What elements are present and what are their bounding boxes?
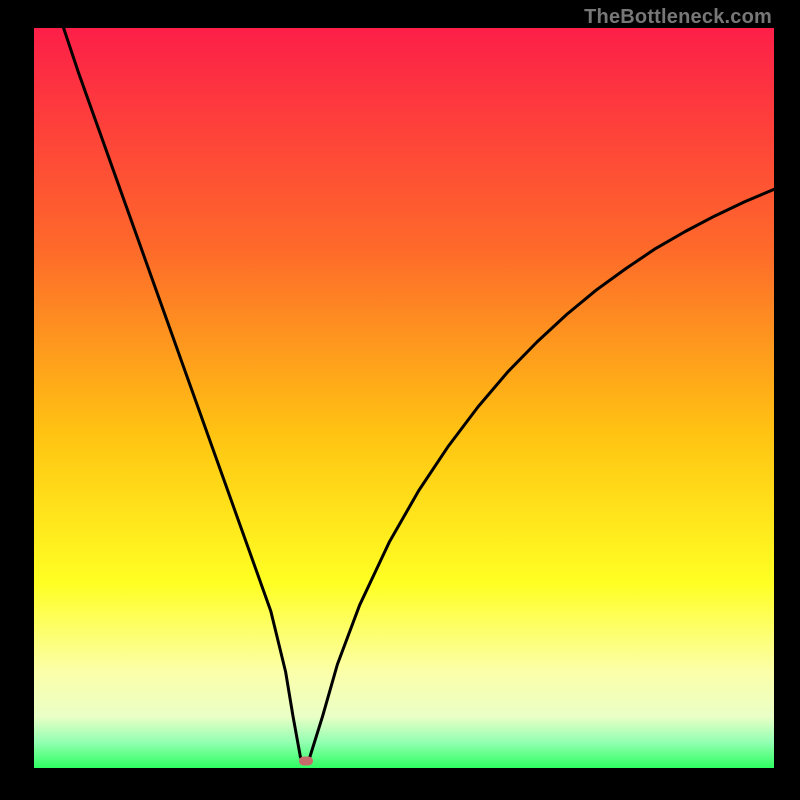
optimum-marker [299,757,313,766]
chart-frame: TheBottleneck.com [0,0,800,800]
watermark-text: TheBottleneck.com [584,6,772,29]
chart-svg [34,28,774,768]
gradient-background [34,28,774,768]
plot-area [34,28,774,768]
